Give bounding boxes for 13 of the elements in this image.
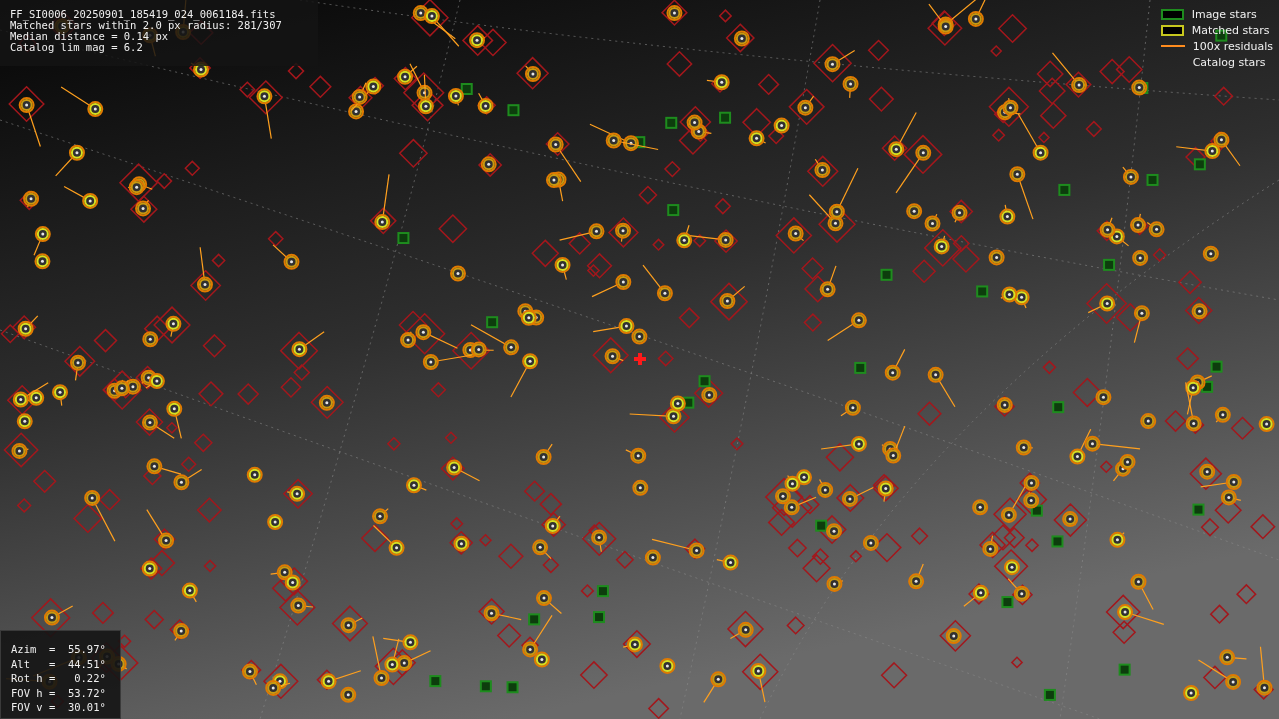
pointing-value: Azim = 55.97° xyxy=(11,642,107,657)
legend-label: Image stars xyxy=(1191,7,1257,21)
pointing-value: Alt = 44.51° xyxy=(11,656,107,671)
info-text: FF_SI0006_20250901_185419_024_0061184.fits xyxy=(10,9,277,20)
info-text: Matched stars within 2.0 px radius: 281/307 xyxy=(10,20,283,31)
info-text: Median distance = 0.14 px xyxy=(10,31,169,42)
pointing-value: Rot h = 0.22° xyxy=(11,671,107,686)
legend-label: Catalog stars xyxy=(1192,55,1266,69)
pointing-value: FOV v = 30.01° xyxy=(11,700,107,715)
info-text: Catalog lim mag = 6.2 xyxy=(10,42,144,53)
pointing-value: FOV h = 53.72° xyxy=(11,685,107,700)
legend-label: Matched stars xyxy=(1191,23,1270,37)
legend-label: 100x residuals xyxy=(1192,39,1273,53)
